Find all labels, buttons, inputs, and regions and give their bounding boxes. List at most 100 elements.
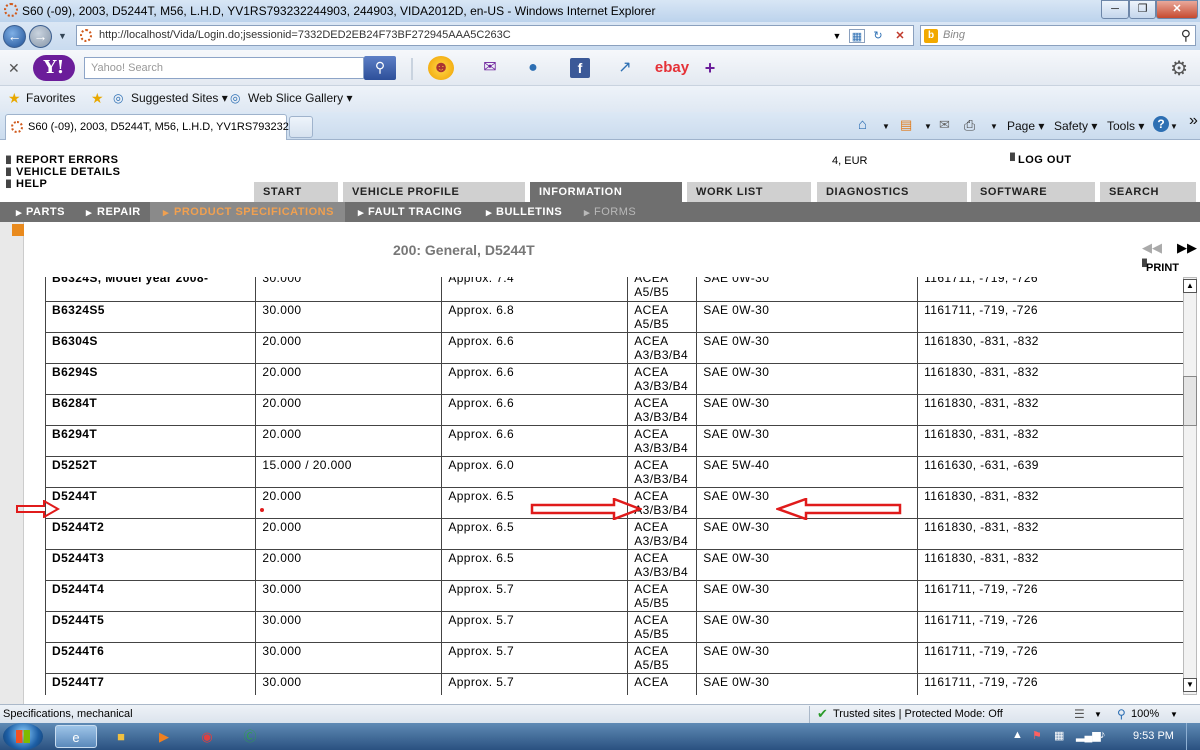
scroll-up-arrow-icon[interactable]: ▲ [1183,279,1197,293]
zoom-dropdown-icon[interactable]: ▼ [1170,710,1178,719]
search-icon[interactable]: ⚲ [1181,27,1191,44]
subnav-forms[interactable]: FORMS [594,206,636,218]
home-icon[interactable]: ⌂ [858,116,867,133]
part-number-cell: 1161711, -719, -726 [917,277,1183,302]
recent-pages-chevron-icon[interactable]: ▼ [58,31,67,41]
minimize-button[interactable]: ─ [1101,0,1129,19]
tray-network-icon[interactable]: ▦ [1054,729,1064,742]
add-icon[interactable]: + [700,56,720,80]
forward-button[interactable]: → [29,25,52,48]
print-link[interactable]: PRINT [1146,262,1179,274]
viscosity-cell: SAE 0W-30 [696,394,919,426]
tray-volume-icon[interactable]: ♪ [1100,729,1106,741]
zone-dropdown-icon[interactable]: ▼ [1094,710,1102,719]
vehicle-details-link[interactable]: VEHICLE DETAILS [16,166,120,178]
taskbar-explorer-folder-icon[interactable]: ■ [100,725,142,748]
tray-show-hidden-icon[interactable]: ▲ [1012,729,1023,741]
tab-software[interactable]: SOFTWARE [971,182,1095,202]
bing-search-box[interactable]: b Bing ⚲ [920,25,1196,46]
address-dropdown-icon[interactable]: ▼ [829,29,845,43]
tray-action-center-icon[interactable]: ⚑ [1032,729,1042,742]
interval-cell: 30.000 [255,673,443,695]
yahoo-logo[interactable]: Y! [33,55,75,81]
next-page-icon[interactable]: ▶▶ [1177,240,1197,256]
url-text[interactable]: http://localhost/Vida/Login.do;jsessioni… [99,29,511,41]
compatibility-view-icon[interactable]: ▦ [849,29,865,43]
add-favorite-icon[interactable]: ★ [91,90,104,107]
scrollbar-thumb[interactable] [1183,376,1197,426]
show-desktop-button[interactable] [1186,723,1200,750]
engine-cell: D5252T [46,456,257,488]
tools-menu[interactable]: Tools ▾ [1107,119,1144,133]
feeds-icon[interactable]: ▤ [900,117,912,133]
tab-start[interactable]: START [254,182,338,202]
browser-tab-title[interactable]: S60 (-09), 2003, D5244T, M56, L.H.D, YV1… [28,121,298,133]
subnav-parts[interactable]: PARTS [26,206,65,218]
web-slice-gallery-link[interactable]: Web Slice Gallery ▾ [248,91,353,105]
zoom-icon[interactable]: ⚲ [1117,707,1126,721]
back-button[interactable]: ← [3,25,26,48]
capacity-cell: Approx. 6.0 [441,456,629,488]
report-errors-link[interactable]: REPORT ERRORS [16,154,118,166]
scroll-down-arrow-icon[interactable]: ▼ [1183,678,1197,692]
stop-icon[interactable]: ✕ [892,29,908,43]
tab-work-list[interactable]: WORK LIST [687,182,811,202]
ebay-logo[interactable]: ebay [652,56,692,80]
favorites-button[interactable]: Favorites [26,91,75,105]
tab-information[interactable]: INFORMATION [530,182,682,202]
zoom-level[interactable]: 100% [1131,708,1159,720]
mail-icon[interactable]: ✉ [478,56,502,80]
tab-diagnostics[interactable]: DIAGNOSTICS [817,182,967,202]
home-dropdown-icon[interactable]: ▼ [882,122,890,131]
tray-signal-icon[interactable]: ▂▄▆ [1076,729,1101,742]
help-dropdown-icon[interactable]: ▼ [1170,122,1178,131]
table-scrollbar[interactable] [1183,277,1197,695]
subnav-fault-tracing[interactable]: FAULT TRACING [368,206,462,218]
bing-search-placeholder[interactable]: Bing [943,29,965,41]
yahoo-search-input[interactable]: Yahoo! Search [84,57,364,79]
print-icon[interactable]: ⎙ [964,117,975,134]
table-row: B6324S, Model year 2008- 30.000 Approx. 7.… [46,277,1183,302]
page-menu[interactable]: Page ▾ [1007,119,1044,133]
security-zone-text[interactable]: Trusted sites | Protected Mode: Off [833,708,1003,720]
help-link[interactable]: HELP [16,178,47,190]
address-bar[interactable]: http://localhost/Vida/Login.do;jsessioni… [76,25,914,46]
suggested-sites-link[interactable]: Suggested Sites ▾ [131,91,228,105]
subnav-repair[interactable]: REPAIR [97,206,141,218]
start-button[interactable] [3,723,43,750]
yahoo-search-button[interactable]: ⚲ [364,56,396,80]
taskbar-wordpress-icon[interactable]: Ⓒ [229,725,271,748]
facebook-icon[interactable]: f [570,58,590,78]
subnav-bulletins[interactable]: BULLETINS [496,206,562,218]
maximize-button[interactable]: ❐ [1129,0,1156,19]
overflow-chevron-icon[interactable]: » [1189,112,1198,130]
previous-page-icon[interactable]: ◀◀ [1142,240,1162,256]
taskbar-clock[interactable]: 9:53 PM [1133,730,1174,742]
taskbar-internet-explorer[interactable]: e [55,725,97,748]
print-dropdown-icon[interactable]: ▼ [990,122,998,131]
taskbar-chrome-icon[interactable]: ◉ [186,725,228,748]
tab-vehicle-profile[interactable]: VEHICLE PROFILE [343,182,525,202]
new-tab-button[interactable] [289,116,313,138]
tab-search[interactable]: SEARCH [1100,182,1196,202]
gear-icon[interactable]: ⚙ [1170,56,1188,81]
browser-tab[interactable]: S60 (-09), 2003, D5244T, M56, L.H.D, YV1… [5,114,298,140]
finance-chart-icon[interactable]: ↗ [614,56,636,80]
logout-link[interactable]: LOG OUT [1018,154,1072,166]
part-number-cell: 1161630, -631, -639 [917,456,1183,488]
table-row: B6294T 20.000 Approx. 6.6 ACEA A3/B3/B4 SAE … [46,425,1183,457]
messenger-icon[interactable]: ● [520,56,546,80]
close-toolbar-icon[interactable]: ✕ [8,60,20,77]
read-mail-icon[interactable]: ✉ [939,117,950,133]
smiley-icon[interactable]: ☻ [428,56,454,80]
feeds-dropdown-icon[interactable]: ▼ [924,122,932,131]
zone-settings-icon[interactable]: ☰ [1074,707,1085,721]
expand-panel-icon[interactable] [12,224,24,236]
close-window-button[interactable]: ✕ [1156,0,1198,19]
oil-grade-cell: ACEA A3/B3/B4 [627,394,698,426]
help-icon[interactable]: ? [1153,116,1169,132]
refresh-icon[interactable]: ↻ [870,29,886,43]
subnav-product-specifications[interactable]: PRODUCT SPECIFICATIONS [174,206,334,218]
safety-menu[interactable]: Safety ▾ [1054,119,1097,133]
taskbar-media-player-icon[interactable]: ▶ [143,725,185,748]
